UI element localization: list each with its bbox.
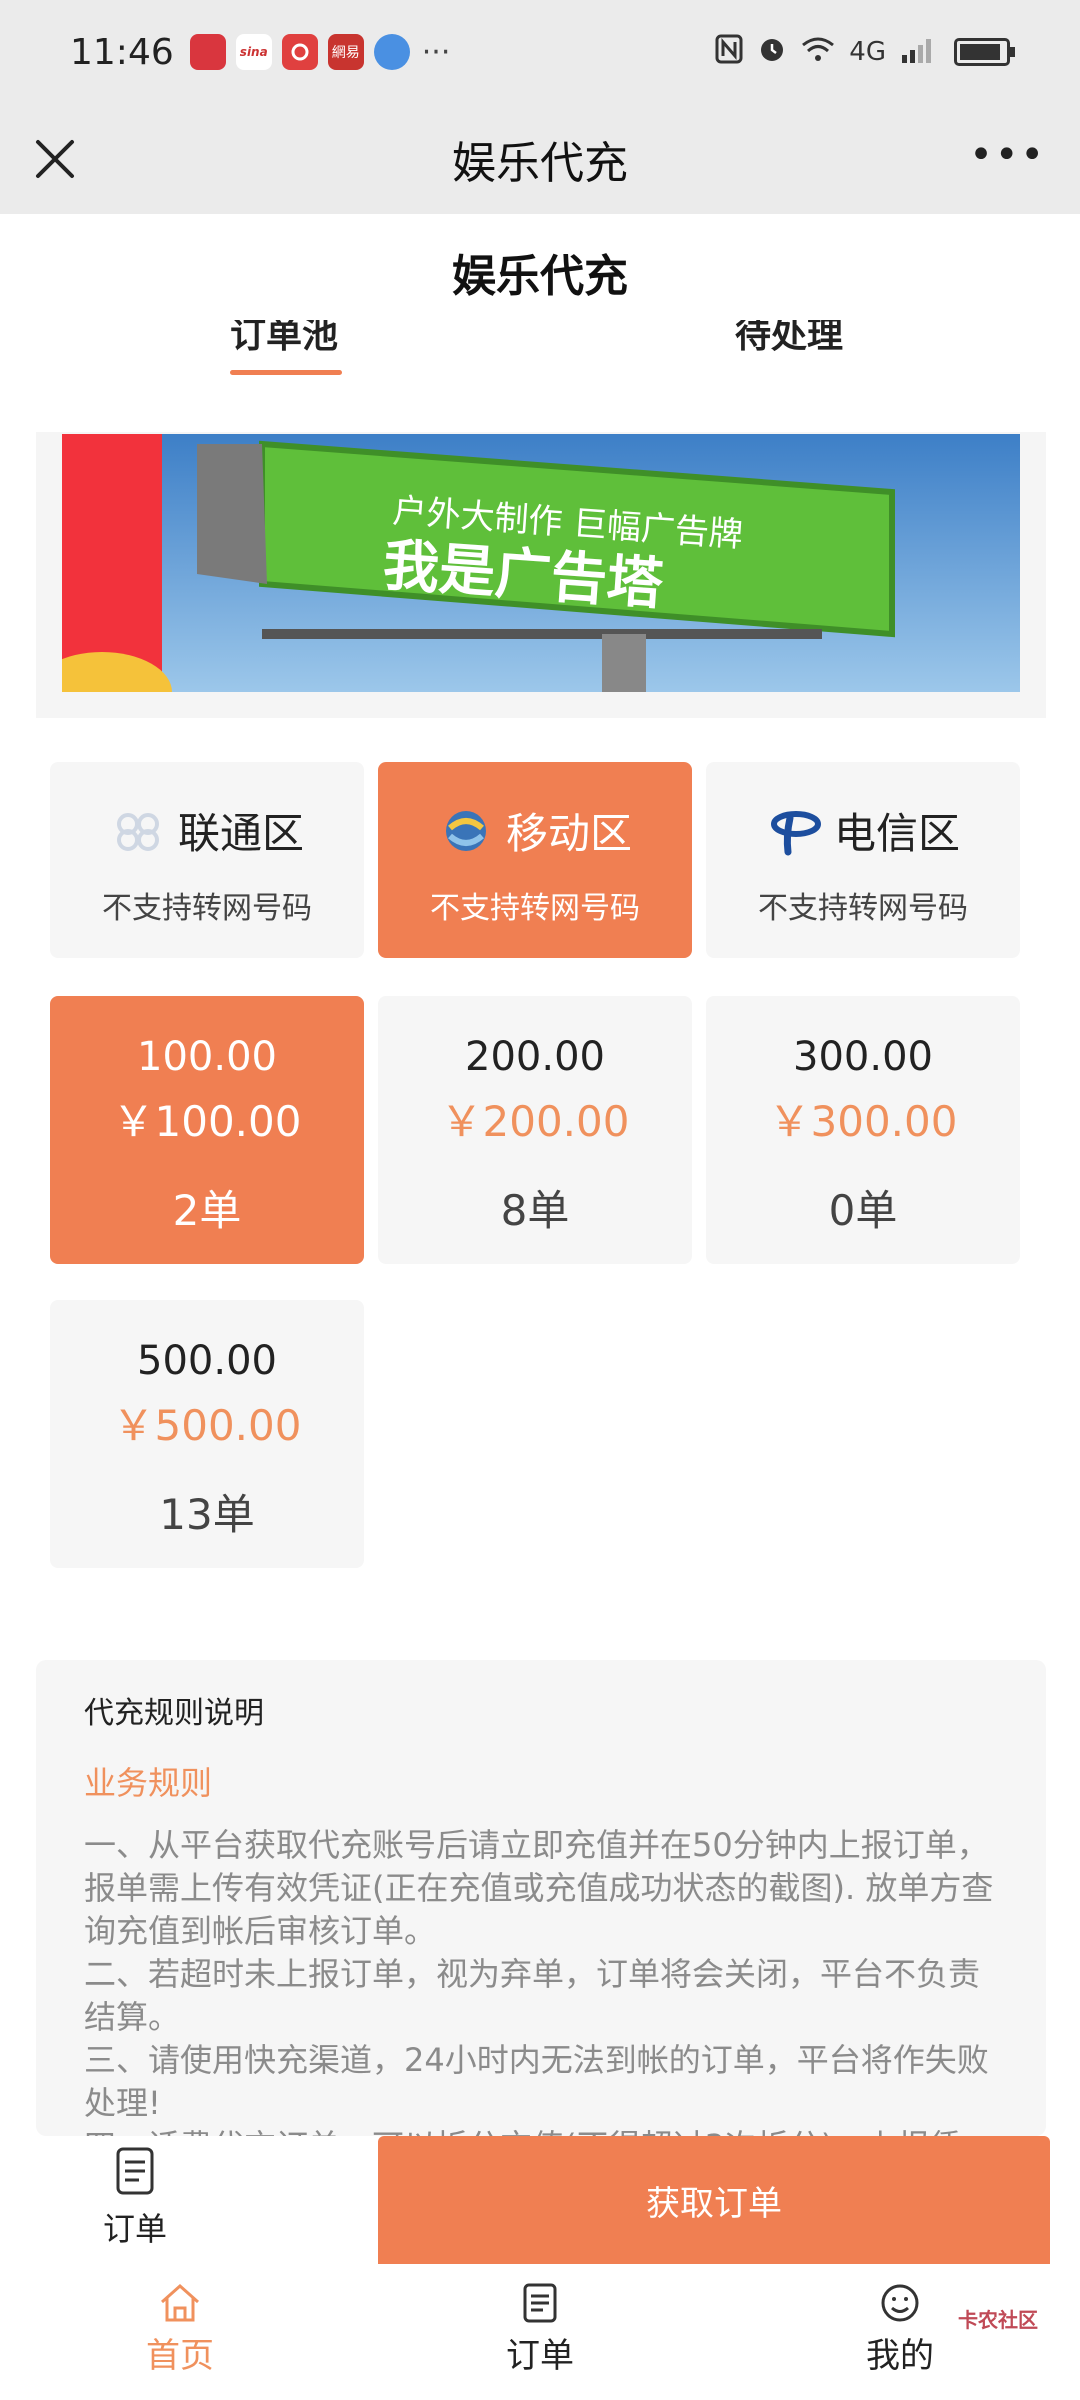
tabbar-label: 首页: [146, 2336, 214, 2376]
amount-order-count: 8单: [500, 1186, 570, 1235]
amount-price: ￥300.00: [768, 1097, 958, 1146]
operator-name: 电信区: [833, 809, 960, 858]
smiley-icon: [881, 2284, 919, 2322]
more-notifications-icon: ···: [421, 34, 451, 70]
amount-card-100[interactable]: 100.00 ￥100.00 2单: [50, 996, 364, 1264]
tab-order-pool[interactable]: 订单池: [230, 320, 338, 358]
status-app-icons: sina 網易: [189, 34, 410, 70]
more-options-icon[interactable]: •••: [969, 132, 1046, 178]
operator-mobile[interactable]: 移动区 不支持转网号码: [378, 762, 692, 958]
rules-title: 代充规则说明: [84, 1696, 264, 1731]
app-icon-4: 網易: [327, 34, 364, 70]
amount-card-300[interactable]: 300.00 ￥300.00 0单: [706, 996, 1020, 1264]
document-icon: [116, 2147, 154, 2195]
alarm-icon: [757, 34, 787, 71]
tabbar-label: 我的: [866, 2336, 934, 2376]
nfc-icon: [715, 34, 743, 71]
operator-subtitle: 不支持转网号码: [430, 891, 640, 926]
amount-order-count: 0单: [828, 1186, 898, 1235]
amount-face-value: 300.00: [793, 1034, 933, 1080]
watermark: 卡农社区: [958, 2308, 1038, 2332]
bottom-action-bar: 订单 获取订单: [0, 2136, 1080, 2264]
battery-icon: [954, 38, 1015, 66]
rules-subtitle: 业务规则: [84, 1764, 213, 1802]
tabbar-orders[interactable]: 订单: [460, 2282, 620, 2377]
status-time: 11:46: [70, 31, 174, 73]
document-icon: [523, 2283, 557, 2323]
status-indicators: 4G: [715, 34, 1015, 71]
tab-pending[interactable]: 待处理: [735, 320, 843, 358]
home-icon: [161, 2283, 199, 2322]
operator-unicom[interactable]: 联通区 不支持转网号码: [50, 762, 364, 958]
signal-icon: [900, 35, 940, 70]
amount-face-value: 200.00: [465, 1034, 605, 1080]
amount-face-value: 100.00: [137, 1034, 277, 1080]
amount-card-200[interactable]: 200.00 ￥200.00 8单: [378, 996, 692, 1264]
operator-telecom[interactable]: 电信区 不支持转网号码: [706, 762, 1020, 958]
amount-face-value: 500.00: [137, 1338, 277, 1384]
order-link-label: 订单: [102, 2210, 167, 2248]
bottom-tab-bar: 首页 订单 我的 卡农社区: [0, 2264, 1080, 2400]
tabbar-home[interactable]: 首页: [100, 2282, 260, 2377]
close-icon[interactable]: [30, 134, 80, 184]
amount-price: ￥200.00: [440, 1097, 630, 1146]
active-tab-indicator: [230, 370, 342, 375]
nav-bar: 娱乐代充 •••: [0, 104, 1080, 214]
get-order-button[interactable]: 获取订单: [378, 2136, 1050, 2264]
tabbar-label: 订单: [506, 2336, 574, 2376]
page-title: 娱乐代充: [452, 251, 628, 302]
amount-order-count: 2单: [172, 1186, 242, 1235]
tabbar-mine[interactable]: 我的: [820, 2282, 980, 2377]
operator-name: 移动区: [505, 809, 632, 858]
rules-panel[interactable]: 代充规则说明 业务规则 一、从平台获取代充账号后请立即充值并在50分钟内上报订单…: [36, 1660, 1046, 2136]
wifi-icon: [801, 35, 835, 70]
order-link[interactable]: 订单: [70, 2146, 200, 2250]
china-unicom-icon: [116, 812, 159, 851]
amount-card-500[interactable]: 500.00 ￥500.00 13单: [50, 1300, 364, 1568]
app-icon-5: [373, 34, 410, 70]
china-telecom-icon: [770, 810, 821, 855]
banner[interactable]: 户外大制作 巨幅广告牌 我是广告塔: [36, 432, 1046, 718]
signal-4g-icon: 4G: [849, 37, 886, 67]
operator-subtitle: 不支持转网号码: [102, 891, 312, 926]
china-mobile-icon: [445, 810, 486, 851]
app-icon-3: [281, 34, 318, 70]
amount-price: ￥500.00: [112, 1401, 302, 1450]
amount-order-count: 13单: [159, 1490, 255, 1539]
app-icon-2: sina: [235, 34, 272, 70]
operator-name: 联通区: [177, 809, 304, 858]
rules-body: 一、从平台获取代充账号后请立即充值并在50分钟内上报订单，报单需上传有效凭证(正…: [84, 1826, 994, 2136]
status-bar: 11:46 sina 網易 ··· 4G: [0, 0, 1080, 104]
tab-bar: 订单池 待处理: [0, 320, 1080, 384]
nav-title: 娱乐代充: [452, 138, 628, 189]
app-icon-1: [189, 34, 226, 70]
banner-image: 户外大制作 巨幅广告牌 我是广告塔: [62, 434, 1020, 692]
amount-price: ￥100.00: [112, 1097, 302, 1146]
operator-subtitle: 不支持转网号码: [758, 891, 968, 926]
